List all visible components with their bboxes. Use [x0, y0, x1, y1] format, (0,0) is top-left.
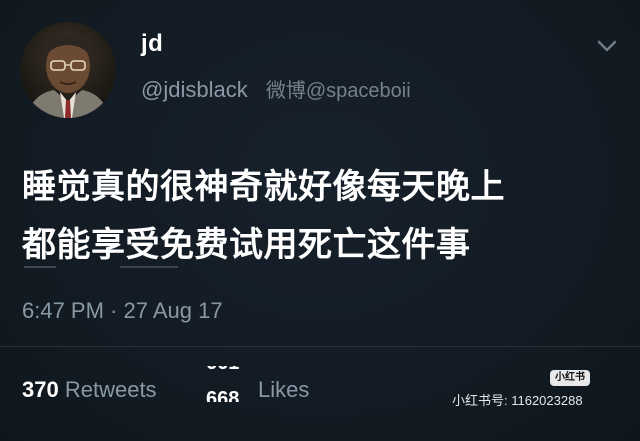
likes-count[interactable]: 661 668 — [204, 366, 256, 402]
chevron-down-icon[interactable] — [594, 36, 620, 56]
text-underline-mark — [24, 266, 56, 268]
avatar[interactable] — [20, 22, 116, 118]
user-handle[interactable]: @jdisblack — [141, 77, 248, 102]
retweets-label: Retweets — [64, 377, 157, 402]
tweet-line: 都能享受免费试用死亡这件事 — [22, 226, 471, 264]
tweet-text: 睡觉真的很神奇就好像每天晚上 都能享受免费试用死亡这件事 — [22, 158, 622, 274]
likes-count-rolling-top: 661 — [206, 366, 239, 375]
profile-photo — [20, 22, 116, 118]
xiaohongshu-logo-badge: 小红书 — [550, 370, 590, 386]
text-underline-mark — [120, 266, 178, 268]
retweets-count: 370 — [22, 377, 59, 402]
handle-row: @jdisblack 微博@spaceboii — [141, 74, 411, 103]
display-name[interactable]: jd — [141, 30, 163, 58]
tweet-timestamp[interactable]: 6:47 PM · 27 Aug 17 — [22, 298, 223, 324]
likes-count-rolling-bottom: 668 — [206, 388, 240, 402]
retweets-stat[interactable]: 370 Retweets — [22, 377, 157, 403]
likes-label[interactable]: Likes — [258, 377, 309, 403]
tweet-line: 睡觉真的很神奇就好像每天晚上 — [22, 168, 505, 206]
weibo-watermark-tag: 微博@spaceboii — [265, 80, 411, 102]
divider — [0, 346, 640, 347]
tweet-card: jd @jdisblack 微博@spaceboii 睡觉真的很神奇就好像每天晚… — [0, 0, 640, 441]
xiaohongshu-watermark: 小红书号: 1162023288 — [452, 393, 583, 408]
